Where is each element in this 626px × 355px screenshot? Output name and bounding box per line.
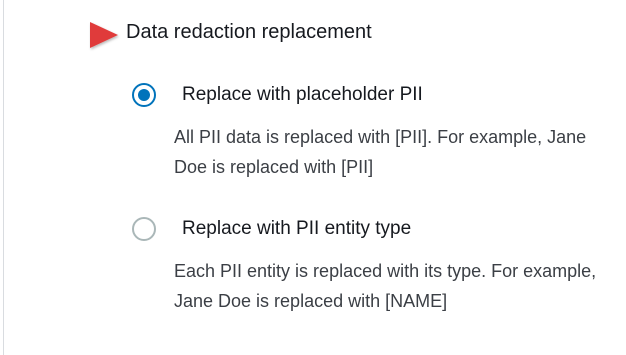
placeholder-pii-description: All PII data is replaced with [PII]. For… xyxy=(174,127,587,177)
redaction-settings-panel: Data redaction replacement Replace with … xyxy=(0,0,626,355)
placeholder-pii-radio-row[interactable]: Replace with placeholder PII xyxy=(132,80,612,110)
placeholder-pii-option[interactable]: Replace with placeholder PII All PII dat… xyxy=(132,80,612,182)
placeholder-pii-label[interactable]: Replace with placeholder PII xyxy=(182,83,423,107)
entity-type-option[interactable]: Replace with PII entity type Each PII en… xyxy=(132,214,612,316)
placeholder-pii-radio[interactable] xyxy=(132,83,156,107)
arrow-right-icon xyxy=(21,22,118,48)
panel-border xyxy=(3,0,4,355)
radio-selected-dot xyxy=(138,89,150,101)
entity-type-radio[interactable] xyxy=(132,217,156,241)
entity-type-description: Each PII entity is replaced with its typ… xyxy=(174,261,597,311)
section-title: Data redaction replacement xyxy=(126,21,372,43)
entity-type-label[interactable]: Replace with PII entity type xyxy=(182,217,411,241)
entity-type-radio-row[interactable]: Replace with PII entity type xyxy=(132,214,612,244)
